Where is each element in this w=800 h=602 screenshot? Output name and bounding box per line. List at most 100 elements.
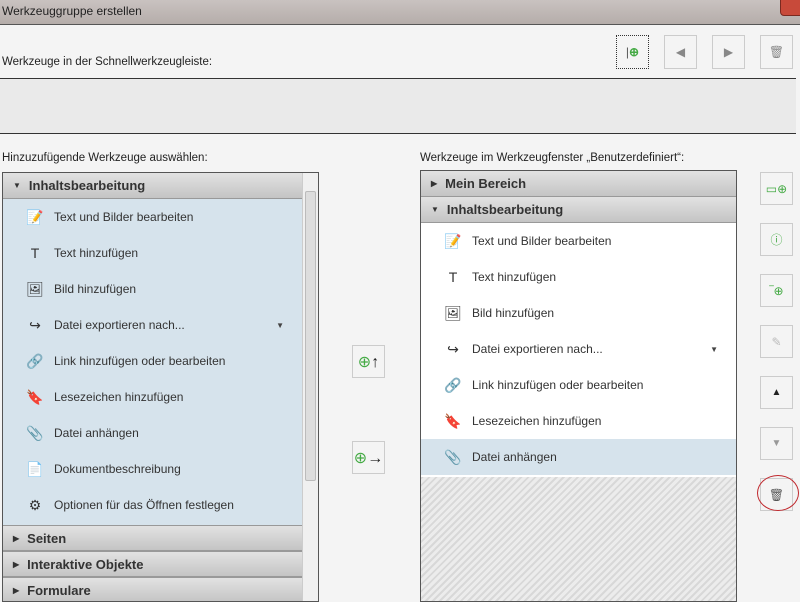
add-image-icon: 🖼 <box>26 280 44 297</box>
group-header-mein-bereich[interactable]: ▶ Mein Bereich <box>421 171 736 197</box>
add-divider-button[interactable]: |⊕ <box>616 35 649 69</box>
tool-label: Datei exportieren nach... <box>472 342 603 356</box>
custom-tools-label: Werkzeuge im Werkzeugfenster „Benutzerde… <box>420 152 685 164</box>
expanded-triangle-icon: ▼ <box>431 205 439 214</box>
scrollbar[interactable] <box>302 173 318 601</box>
bookmark-icon: 🔖 <box>444 412 462 429</box>
rename-button[interactable]: ✎ <box>760 325 793 358</box>
highlight-circle <box>757 475 799 511</box>
tool-item[interactable]: 📎 Datei anhängen <box>421 439 736 475</box>
add-text-icon: T <box>448 269 458 285</box>
scrollbar-thumb[interactable] <box>305 191 316 481</box>
collapsed-triangle-icon: ▶ <box>13 559 20 569</box>
document-description-icon: 📄 <box>26 460 44 477</box>
tool-item[interactable]: ↪ Datei exportieren nach... ▼ <box>421 331 736 367</box>
export-file-icon: ↪ <box>29 316 41 333</box>
open-options-icon: ⚙ <box>28 496 42 513</box>
collapsed-triangle-icon: ▶ <box>431 179 438 188</box>
collapsed-triangle-icon: ▶ <box>13 585 20 595</box>
tool-item[interactable]: 🔗 Link hinzufügen oder bearbeiten <box>3 343 302 379</box>
group-header-inhaltsbearbeitung[interactable]: ▼ Inhaltsbearbeitung <box>421 197 736 223</box>
custom-tools-list[interactable]: ▶ Mein Bereich ▼ Inhaltsbearbeitung 📝 Text … <box>420 170 737 602</box>
tool-label: Lesezeichen hinzufügen <box>472 414 602 428</box>
add-text-icon: T <box>30 245 40 261</box>
pencil-icon: ✎ <box>771 334 782 349</box>
tool-item[interactable]: 📝 Text und Bilder bearbeiten <box>3 199 302 235</box>
tool-label: Text und Bilder bearbeiten <box>54 210 194 224</box>
right-arrow-icon: ▶ <box>723 45 734 59</box>
up-arrow-icon: ▲ <box>771 387 782 398</box>
title-bar: Werkzeuggruppe erstellen <box>0 0 800 25</box>
paperclip-icon: 📎 <box>444 448 462 465</box>
quick-toolbar-area[interactable] <box>0 78 796 134</box>
tool-label: Datei anhängen <box>472 450 557 464</box>
move-right-button[interactable]: ▶ <box>712 35 745 69</box>
move-up-button[interactable]: ▲ <box>760 376 793 409</box>
tool-item[interactable]: 🔖 Lesezeichen hinzufügen <box>3 379 302 415</box>
quick-toolbar-label: Werkzeuge in der Schnellwerkzeugleiste: <box>2 56 213 68</box>
category-header[interactable]: ▶ Seiten <box>3 525 302 551</box>
tool-label: Text hinzufügen <box>54 246 139 260</box>
tool-item[interactable]: T Text hinzufügen <box>421 259 736 295</box>
tool-label: Datei exportieren nach... <box>54 318 185 332</box>
add-button[interactable]: ⊕→ <box>352 441 385 474</box>
expanded-triangle-icon: ▼ <box>13 181 21 190</box>
tool-item[interactable]: 🖼 Bild hinzufügen <box>3 271 302 307</box>
trash-icon: 🗑 <box>768 45 785 59</box>
category-label: Interaktive Objekte <box>27 556 144 572</box>
info-add-icon: ⓘ <box>770 233 783 247</box>
add-right-icon: ⊕→ <box>353 449 384 467</box>
close-button[interactable] <box>780 0 800 16</box>
dropdown-arrow-icon[interactable]: ▼ <box>276 321 284 330</box>
export-file-icon: ↪ <box>447 340 459 357</box>
available-tools-label: Hinzuzufügende Werkzeuge auswählen: <box>2 152 208 164</box>
category-header[interactable]: ▶ Interaktive Objekte <box>3 551 302 577</box>
tool-label: Bild hinzufügen <box>54 282 137 296</box>
available-tools-list[interactable]: ▼ Inhaltsbearbeitung 📝 Text und Bilder bea… <box>2 172 319 602</box>
edit-text-image-icon: 📝 <box>26 208 44 225</box>
tool-item[interactable]: T Text hinzufügen <box>3 235 302 271</box>
tool-label: Dokumentbeschreibung <box>54 462 181 476</box>
divider-add-icon: |⊕ <box>625 45 640 59</box>
collapsed-triangle-icon: ▶ <box>13 533 20 543</box>
delete-quick-tool-button[interactable]: 🗑 <box>760 35 793 69</box>
left-arrow-icon: ◀ <box>675 45 686 59</box>
new-panel-button[interactable]: ▭⊕ <box>760 172 793 205</box>
add-image-icon: 🖼 <box>444 304 462 321</box>
tool-item[interactable]: 📎 Datei anhängen <box>3 415 302 451</box>
dropdown-arrow-icon[interactable]: ▼ <box>710 345 718 354</box>
group-label: Inhaltsbearbeitung <box>446 202 564 217</box>
tool-label: Optionen für das Öffnen festlegen <box>54 498 234 512</box>
tool-item[interactable]: 🔗 Link hinzufügen oder bearbeiten <box>421 367 736 403</box>
tool-item[interactable]: 📄 Dokumentbeschreibung <box>3 451 302 487</box>
add-up-icon: ⊕↑ <box>357 353 380 371</box>
tool-item[interactable]: 🖼 Bild hinzufügen <box>421 295 736 331</box>
category-label: Seiten <box>27 530 67 546</box>
tool-item[interactable]: 📝 Text und Bilder bearbeiten <box>421 223 736 259</box>
panel-add-icon: ▭⊕ <box>765 181 788 196</box>
move-left-button[interactable]: ◀ <box>664 35 697 69</box>
category-label: Inhaltsbearbeitung <box>28 178 146 193</box>
empty-area <box>421 477 736 601</box>
move-down-button[interactable]: ▼ <box>760 427 793 460</box>
edit-text-image-icon: 📝 <box>444 232 462 249</box>
group-label: Mein Bereich <box>445 176 527 191</box>
tool-label: Lesezeichen hinzufügen <box>54 390 184 404</box>
tool-label: Datei anhängen <box>54 426 139 440</box>
separator-add-icon: ‾⊕ <box>769 283 784 298</box>
window-title: Werkzeuggruppe erstellen <box>2 4 142 18</box>
category-header-inhaltsbearbeitung[interactable]: ▼ Inhaltsbearbeitung <box>3 173 302 199</box>
tool-label: Text und Bilder bearbeiten <box>472 234 612 248</box>
add-to-top-button[interactable]: ⊕↑ <box>352 345 385 378</box>
add-separator-button[interactable]: ‾⊕ <box>760 274 793 307</box>
tool-item[interactable]: 🔖 Lesezeichen hinzufügen <box>421 403 736 439</box>
category-header[interactable]: ▶ Formulare <box>3 577 302 601</box>
tool-label: Bild hinzufügen <box>472 306 555 320</box>
tool-item[interactable]: ⚙ Optionen für das Öffnen festlegen <box>3 487 302 523</box>
tool-label: Text hinzufügen <box>472 270 557 284</box>
add-info-button[interactable]: ⓘ <box>760 223 793 256</box>
category-label: Formulare <box>27 582 91 598</box>
bookmark-icon: 🔖 <box>26 388 44 405</box>
link-icon: 🔗 <box>444 376 462 393</box>
tool-item[interactable]: ↪ Datei exportieren nach... ▼ <box>3 307 302 343</box>
